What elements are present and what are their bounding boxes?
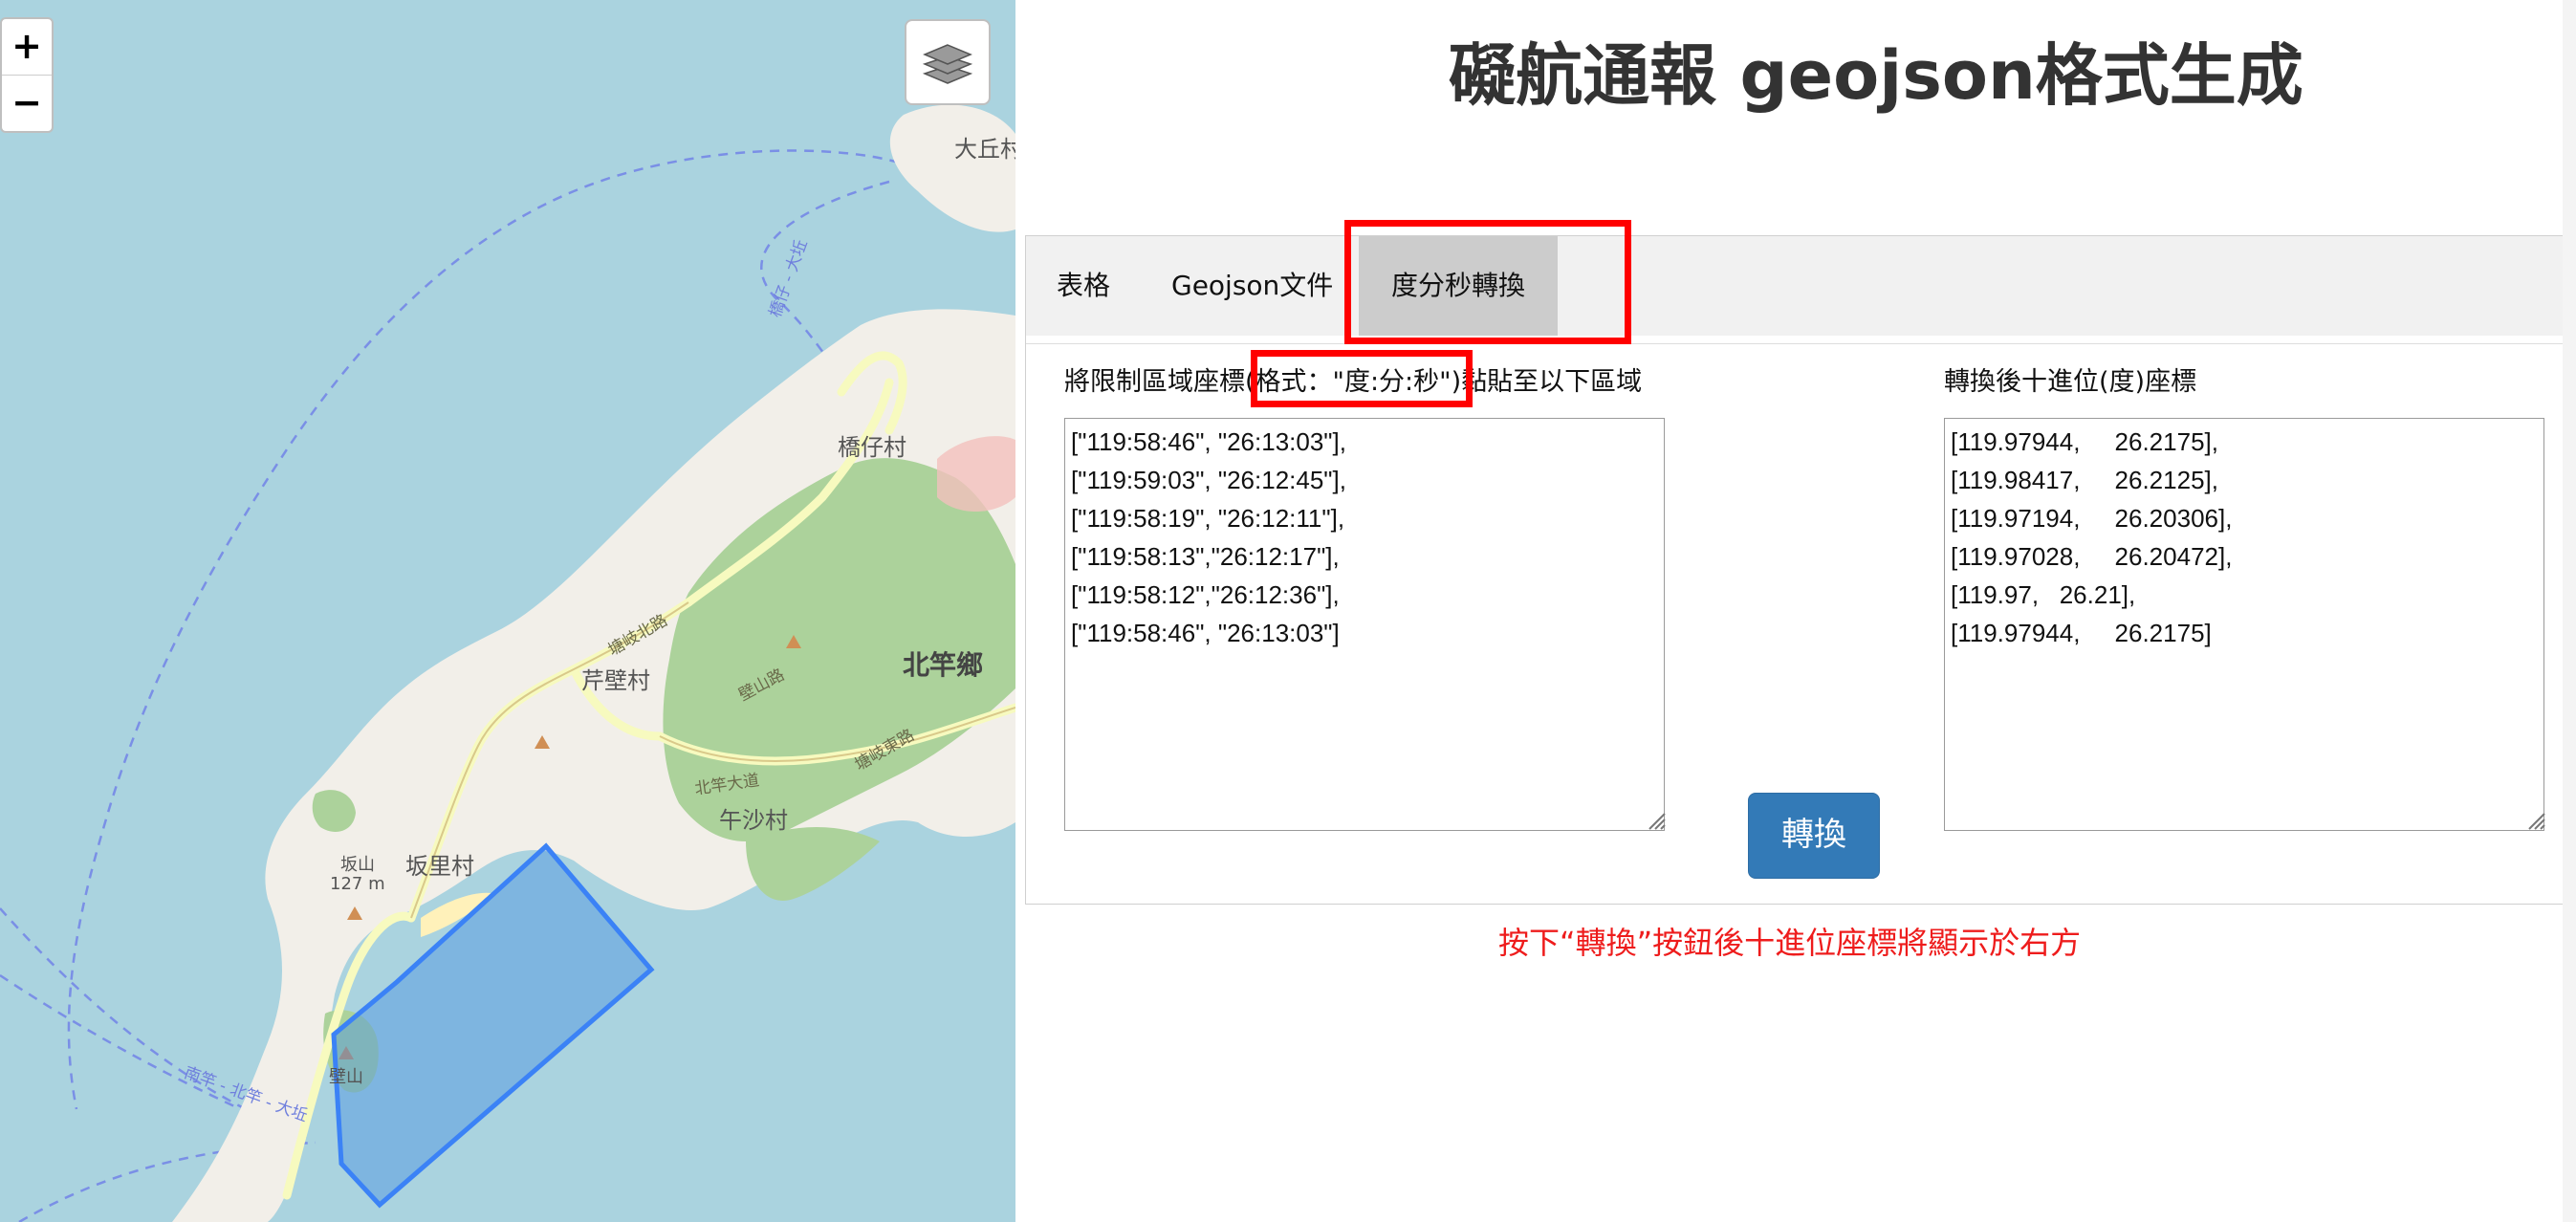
resize-handle-icon[interactable] <box>1646 810 1667 831</box>
resize-handle-icon[interactable] <box>2525 810 2546 831</box>
map-label: 橋仔村 <box>838 434 906 461</box>
tab-bar: 表格 Geojson文件 度分秒轉換 <box>1026 236 2573 336</box>
conversion-hint: 按下“轉換”按鈕後十進位座標將顯示於右方 <box>1498 925 2082 961</box>
convert-button[interactable]: 轉換 <box>1748 793 1880 879</box>
format-highlight-box <box>1251 350 1473 407</box>
map-label: 芹壁村 <box>581 667 650 694</box>
page-scrollbar[interactable] <box>2563 0 2576 1222</box>
map-label: 壁山 <box>329 1067 363 1087</box>
zoom-control: + − <box>0 17 54 133</box>
page-title: 礙航通報 geojson格式生成 <box>1449 36 2303 115</box>
map-label: 坂山 <box>340 855 375 875</box>
map-label: 坂里村 <box>405 853 474 880</box>
dms-input-textarea[interactable]: ["119:58:46", "26:13:03"], ["119:59:03",… <box>1064 418 1665 831</box>
map-label: 午沙村 <box>719 807 788 834</box>
output-label: 轉換後十進位(度)座標 <box>1944 367 2197 397</box>
zoom-in-button[interactable]: + <box>2 19 52 75</box>
map-label: 127 m <box>330 874 385 894</box>
decimal-output-textarea[interactable]: [119.97944, 26.2175], [119.98417, 26.212… <box>1944 418 2544 831</box>
map-view[interactable]: 大丘村 橋仔村 芹壁村 北竿鄉 午沙村 坂里村 坂山 127 m 壁山路 北竿大… <box>0 0 1015 1222</box>
tab-container: 表格 Geojson文件 度分秒轉換 將限制區域座標(格式："度:分:秒")黏貼… <box>1025 235 2574 961</box>
map-label: 大丘村 <box>954 136 1015 163</box>
layers-icon <box>922 44 973 84</box>
tab-highlight-box <box>1344 220 1631 344</box>
converter-panel: 礙航通報 geojson格式生成 表格 Geojson文件 度分秒轉換 將限制區… <box>1015 0 2576 1222</box>
layers-button[interactable] <box>905 19 991 105</box>
zoom-out-button[interactable]: − <box>2 75 52 131</box>
tab-divider <box>1026 343 2573 344</box>
tab-geojson[interactable]: Geojson文件 <box>1171 236 1333 336</box>
tab-table[interactable]: 表格 <box>1057 236 1110 336</box>
map-tiles[interactable] <box>0 0 1015 1222</box>
map-label: 北竿鄉 <box>903 649 984 681</box>
